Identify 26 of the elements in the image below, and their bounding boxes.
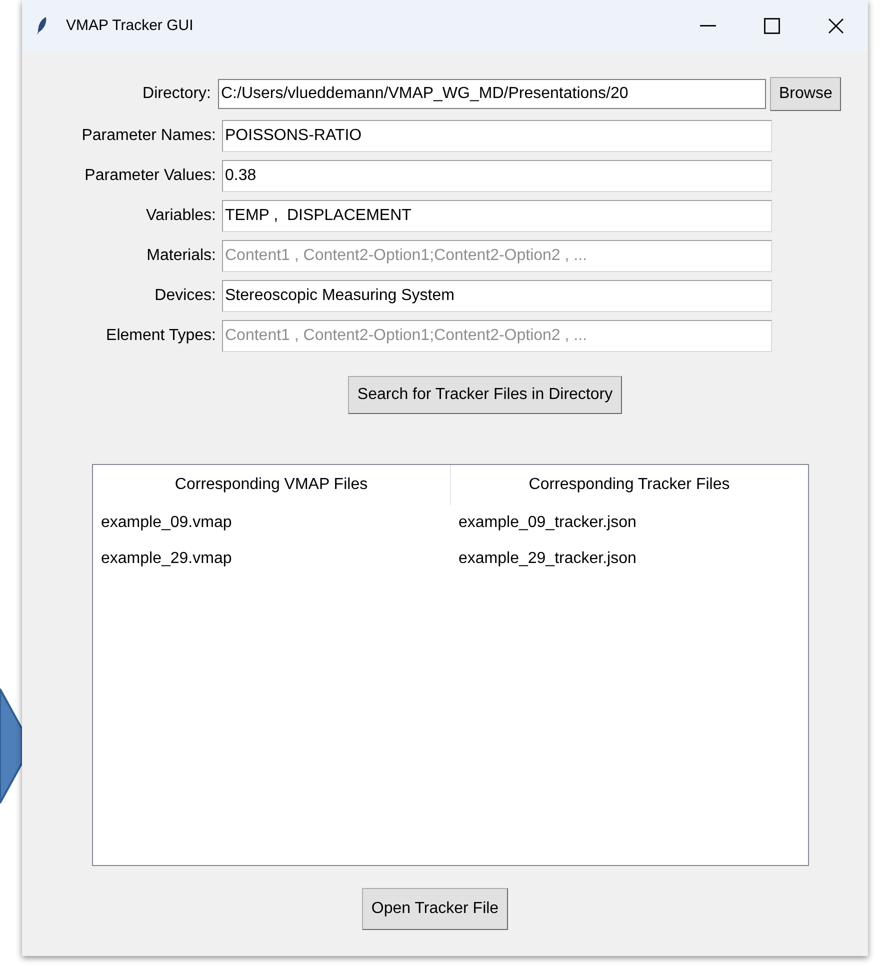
field-label: Parameter Values: <box>84 166 217 186</box>
search-button[interactable]: Search for Tracker Files in Directory <box>348 376 622 414</box>
field-label: Directory: <box>142 84 212 104</box>
field-label: Variables: <box>145 206 217 226</box>
table-cell-text: example_09_tracker.json <box>458 513 638 533</box>
input-field[interactable]: Content1 , Content2-Option1;Content2-Option2 , ... <box>222 320 772 352</box>
table-cell-text: example_29.vmap <box>100 549 233 569</box>
browse-button[interactable]: Browse <box>770 77 842 111</box>
field-label: Materials: <box>146 246 217 266</box>
input-field[interactable]: TEMP , DISPLACEMENT <box>222 200 772 232</box>
field-label: Devices: <box>154 286 217 306</box>
close-icon <box>828 18 844 34</box>
table-cell-text: example_09.vmap <box>100 513 233 533</box>
input-field[interactable]: POISSONS-RATIO <box>222 120 772 152</box>
maximize-icon <box>764 18 780 34</box>
input-field[interactable]: 0.38 <box>222 160 772 192</box>
input-field[interactable]: Stereoscopic Measuring System <box>222 280 772 312</box>
field-label: Parameter Names: <box>80 126 217 146</box>
field-label: Element Types: <box>105 326 217 346</box>
directory-field[interactable]: C:/Users/vlueddemann/VMAP_WG_MD/Presentations/20 <box>218 79 766 109</box>
table-cell-text: example_29_tracker.json <box>458 549 638 569</box>
window-title: VMAP Tracker GUI <box>66 16 194 36</box>
minimize-icon <box>700 25 716 27</box>
input-field[interactable]: Content1 , Content2-Option1;Content2-Option2 , ... <box>222 240 772 272</box>
feather-icon <box>36 16 48 36</box>
open-tracker-button[interactable]: Open Tracker File <box>362 888 508 930</box>
